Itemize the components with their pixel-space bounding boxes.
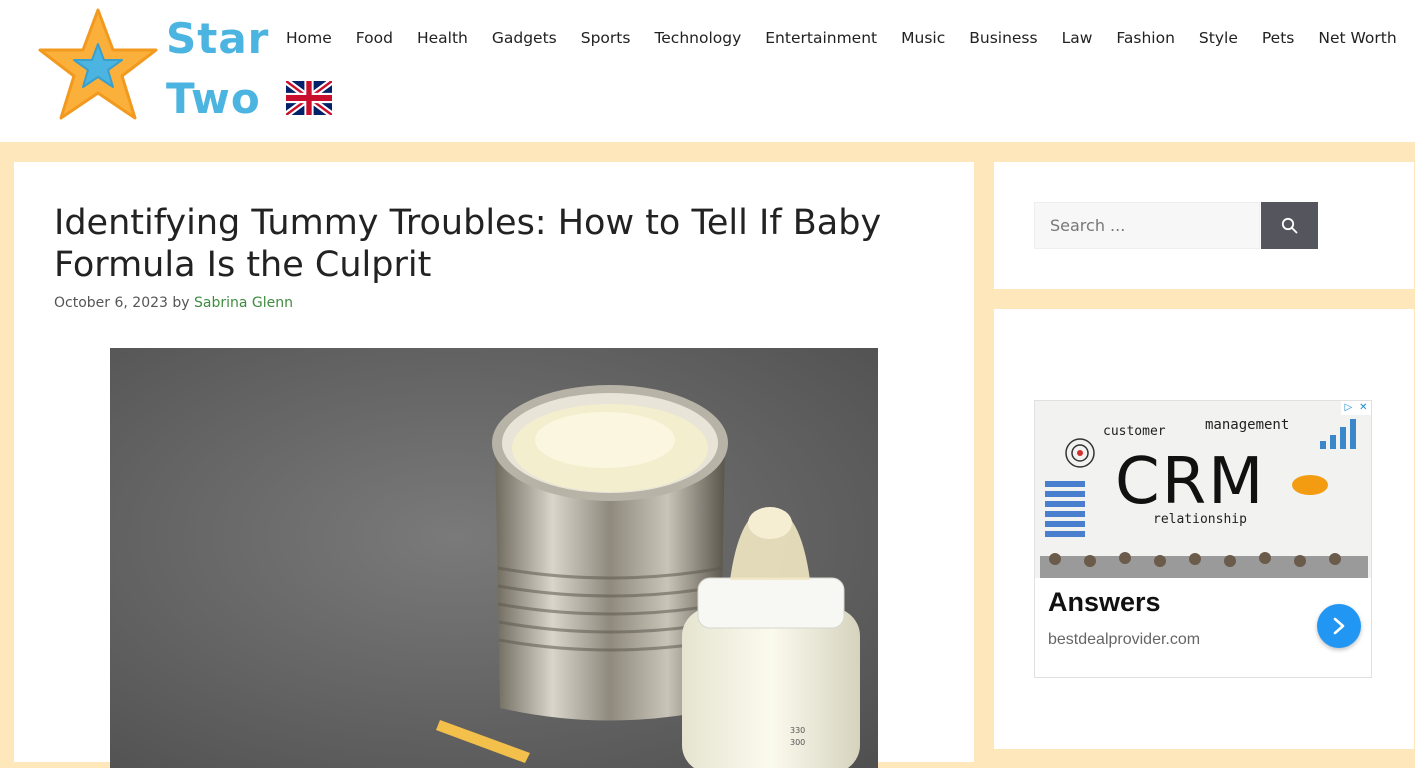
crm-ad-image: customer management CRM relationship	[1035, 401, 1371, 578]
ad-headline[interactable]: Answers	[1048, 587, 1161, 618]
search-button[interactable]	[1261, 202, 1318, 249]
svg-text:330: 330	[790, 726, 805, 735]
nav-item-gadgets[interactable]: Gadgets	[480, 20, 569, 56]
ad-arrow-button[interactable]	[1317, 604, 1361, 648]
main-nav: Home Food Health Gadgets Sports Technolo…	[274, 20, 1409, 56]
search-input[interactable]	[1034, 202, 1260, 249]
nav-item-pets[interactable]: Pets	[1250, 20, 1306, 56]
adchoices-icon[interactable]: ▷	[1344, 401, 1352, 415]
uk-flag-icon[interactable]	[284, 78, 334, 118]
search-widget	[994, 162, 1414, 289]
star-logo-icon	[38, 8, 158, 120]
nav-item-law[interactable]: Law	[1050, 20, 1105, 56]
nav-item-entertainment[interactable]: Entertainment	[753, 20, 889, 56]
logo-text-line2: Two	[166, 74, 261, 123]
chevron-right-icon	[1333, 617, 1345, 635]
ad-word-crm: CRM	[1115, 445, 1265, 519]
entry-meta: October 6, 2023 by Sabrina Glenn	[54, 295, 293, 311]
nav-item-music[interactable]: Music	[889, 20, 957, 56]
ad-domain[interactable]: bestdealprovider.com	[1048, 631, 1200, 649]
nav-item-net-worth[interactable]: Net Worth	[1306, 20, 1408, 56]
ad-word-customer: customer	[1103, 424, 1166, 439]
baby-formula-can-and-bottle-image: 330 300	[110, 348, 878, 768]
nav-item-style[interactable]: Style	[1187, 20, 1250, 56]
logo-text-line1: Star	[166, 14, 270, 63]
svg-text:300: 300	[790, 738, 805, 747]
nav-item-health[interactable]: Health	[405, 20, 480, 56]
nav-item-food[interactable]: Food	[344, 20, 405, 56]
ad-widget: customer management CRM relationship ▷ ✕…	[994, 309, 1414, 749]
search-icon	[1281, 217, 1298, 234]
nav-item-fashion[interactable]: Fashion	[1104, 20, 1187, 56]
nav-item-technology[interactable]: Technology	[642, 20, 753, 56]
close-icon[interactable]: ✕	[1359, 401, 1367, 415]
post-date: October 6, 2023	[54, 295, 168, 311]
byline-label: by	[172, 295, 190, 311]
ad-banner[interactable]: customer management CRM relationship ▷ ✕…	[1034, 400, 1372, 678]
ad-choices-controls: ▷ ✕	[1341, 401, 1371, 415]
article: Identifying Tummy Troubles: How to Tell …	[14, 162, 974, 768]
nav-item-business[interactable]: Business	[957, 20, 1049, 56]
nav-item-home[interactable]: Home	[274, 20, 344, 56]
site-header: Star Two Home Food Health Gadgets Sports…	[0, 0, 1415, 142]
ad-word-management: management	[1205, 417, 1289, 433]
nav-item-sports[interactable]: Sports	[569, 20, 643, 56]
author-link[interactable]: Sabrina Glenn	[194, 295, 293, 311]
ad-word-relationship: relationship	[1153, 512, 1247, 527]
site-logo[interactable]: Star Two	[36, 8, 268, 126]
article-title: Identifying Tummy Troubles: How to Tell …	[54, 203, 882, 285]
featured-image: 330 300	[110, 348, 878, 768]
